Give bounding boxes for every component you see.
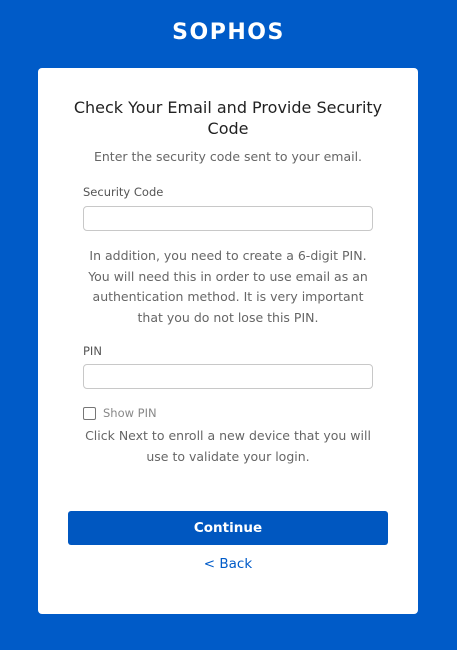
sophos-logo: SOPHOS: [172, 20, 285, 45]
login-card: Check Your Email and Provide Security Co…: [38, 68, 418, 614]
page-subtitle: Enter the security code sent to your ema…: [93, 149, 363, 164]
pin-label: PIN: [83, 344, 102, 358]
back-link[interactable]: < Back: [38, 556, 418, 572]
show-pin-checkbox[interactable]: [83, 406, 96, 420]
page-title: Check Your Email and Provide Security Co…: [73, 98, 383, 138]
pin-instructions: In addition, you need to create a 6-digi…: [88, 248, 368, 325]
continue-button[interactable]: Continue: [68, 511, 388, 545]
security-code-input[interactable]: [83, 206, 373, 231]
pin-input[interactable]: [83, 364, 373, 389]
show-pin-row[interactable]: Show PIN: [83, 405, 157, 421]
show-pin-label[interactable]: Show PIN: [103, 406, 157, 420]
next-instructions: Click Next to enroll a new device that y…: [85, 428, 371, 464]
security-code-label: Security Code: [83, 185, 164, 199]
